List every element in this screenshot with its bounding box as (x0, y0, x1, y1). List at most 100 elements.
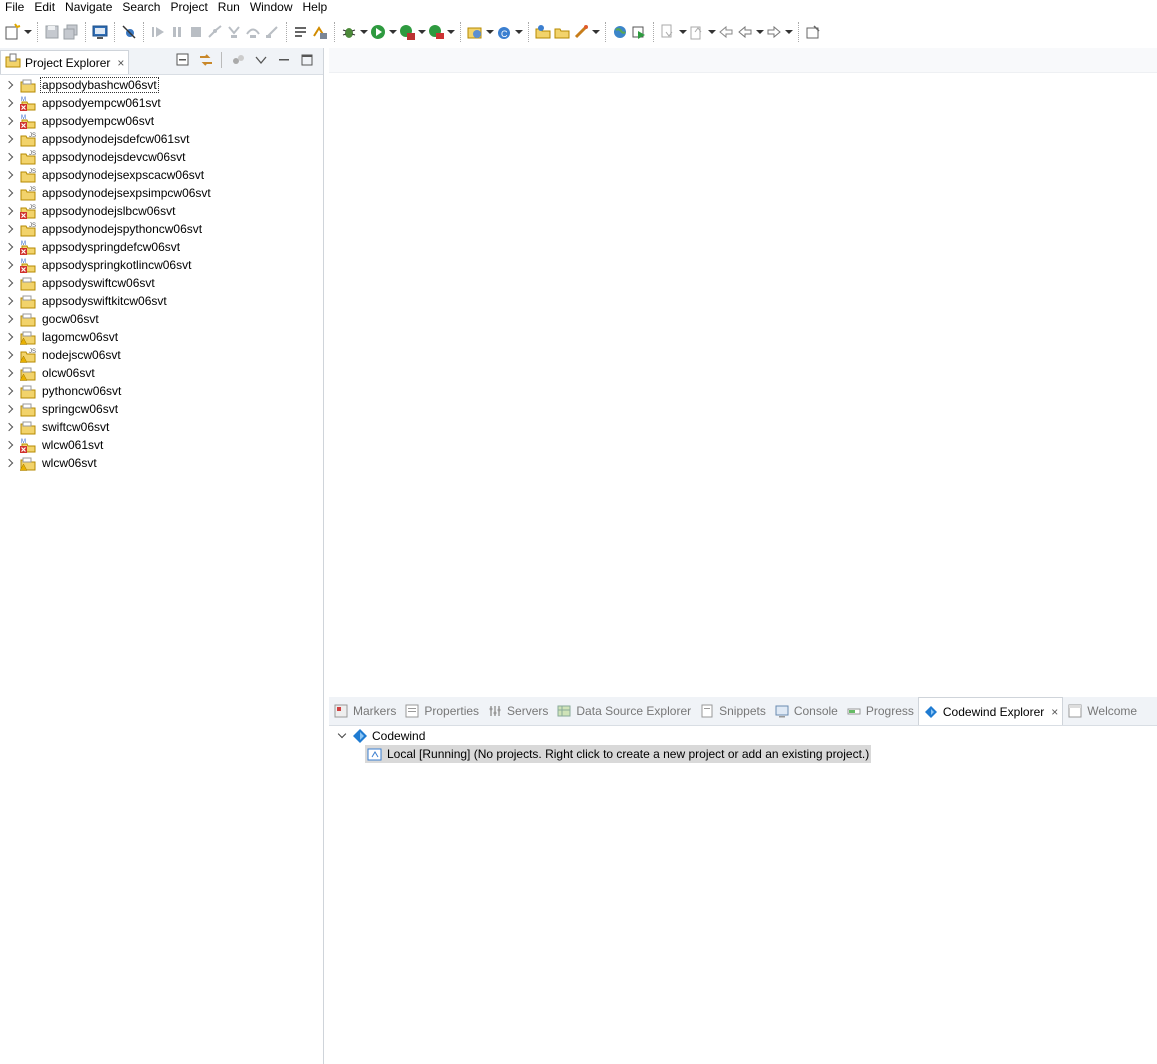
pin-editor-icon[interactable] (804, 21, 822, 43)
codewind-local-item[interactable]: Local [Running] (No projects. Right clic… (365, 745, 872, 763)
tab-codewind-explorer[interactable]: Codewind Explorer × (917, 697, 1064, 725)
new-java-project-dropdown-icon[interactable] (485, 21, 495, 43)
tab-project-explorer[interactable]: Project Explorer × (0, 50, 129, 74)
minimize-icon[interactable] (276, 52, 292, 68)
resume-icon[interactable] (149, 21, 167, 43)
open-terminal-icon[interactable] (91, 21, 109, 43)
menu-project[interactable]: Project (165, 0, 212, 16)
next-annotation-icon[interactable] (659, 21, 677, 43)
open-resource-icon[interactable] (553, 21, 571, 43)
back-dropdown-icon[interactable] (755, 21, 765, 43)
filter-icon[interactable] (230, 52, 246, 68)
tree-row-appsodynodejslbcw06svt[interactable]: JS appsodynodejslbcw06svt (0, 202, 323, 220)
menu-window[interactable]: Window (245, 0, 298, 16)
tree-row-swiftcw06svt[interactable]: swiftcw06svt (0, 418, 323, 436)
tree-row-gocw06svt[interactable]: gocw06svt (0, 310, 323, 328)
chevron-right-icon[interactable] (6, 351, 14, 359)
collapse-all-icon[interactable] (175, 52, 191, 68)
close-icon[interactable]: × (117, 56, 124, 70)
chevron-right-icon[interactable] (6, 81, 14, 89)
chevron-down-icon[interactable] (338, 732, 346, 740)
chevron-right-icon[interactable] (6, 387, 14, 395)
menu-run[interactable]: Run (213, 0, 245, 16)
tab-data-source-explorer[interactable]: Data Source Explorer (552, 697, 695, 725)
external-tools-icon[interactable] (427, 21, 445, 43)
chevron-right-icon[interactable] (6, 315, 14, 323)
chevron-right-icon[interactable] (6, 459, 14, 467)
tab-welcome[interactable]: Welcome (1063, 697, 1141, 725)
menu-file[interactable]: File (0, 0, 29, 16)
chevron-right-icon[interactable] (6, 405, 14, 413)
deploy-dropdown-icon[interactable] (591, 21, 601, 43)
tree-row-lagomcw06svt[interactable]: lagomcw06svt (0, 328, 323, 346)
tab-markers[interactable]: Markers (329, 697, 400, 725)
tree-row-appsodyspringkotlincw06svt[interactable]: Mappsodyspringkotlincw06svt (0, 256, 323, 274)
chevron-right-icon[interactable] (6, 423, 14, 431)
suspend-icon[interactable] (168, 21, 186, 43)
chevron-right-icon[interactable] (6, 243, 14, 251)
tree-row-wlcw06svt[interactable]: wlcw06svt (0, 454, 323, 472)
chevron-right-icon[interactable] (6, 261, 14, 269)
new-dropdown-icon[interactable] (23, 21, 33, 43)
close-icon[interactable]: × (1051, 705, 1058, 719)
menu-search[interactable]: Search (117, 0, 165, 16)
chevron-right-icon[interactable] (6, 171, 14, 179)
chevron-right-icon[interactable] (6, 99, 14, 107)
tree-row-springcw06svt[interactable]: springcw06svt (0, 400, 323, 418)
tree-row-appsodybashcw06svt[interactable]: appsodybashcw06svt (0, 76, 323, 94)
new-icon[interactable] (4, 21, 22, 43)
tree-row-wlcw061svt[interactable]: Mwlcw061svt (0, 436, 323, 454)
save-all-icon[interactable] (62, 21, 80, 43)
launch-web-icon[interactable] (630, 21, 648, 43)
tree-row-appsodyspringdefcw06svt[interactable]: Mappsodyspringdefcw06svt (0, 238, 323, 256)
menu-edit[interactable]: Edit (29, 0, 60, 16)
run-icon[interactable] (369, 21, 387, 43)
coverage-dropdown-icon[interactable] (417, 21, 427, 43)
deploy-icon[interactable] (572, 21, 590, 43)
chevron-right-icon[interactable] (6, 225, 14, 233)
skip-breakpoints-icon[interactable] (120, 21, 138, 43)
save-icon[interactable] (43, 21, 61, 43)
chevron-right-icon[interactable] (6, 207, 14, 215)
web-browser-icon[interactable] (611, 21, 629, 43)
forward-dropdown-icon[interactable] (784, 21, 794, 43)
chevron-right-icon[interactable] (6, 189, 14, 197)
codewind-local-row[interactable]: Local [Running] (No projects. Right clic… (329, 745, 1157, 763)
maximize-icon[interactable] (299, 52, 315, 68)
toggle-mark-occurrences-icon[interactable] (311, 21, 329, 43)
chevron-right-icon[interactable] (6, 279, 14, 287)
tab-progress[interactable]: Progress (842, 697, 918, 725)
chevron-right-icon[interactable] (6, 297, 14, 305)
tab-servers[interactable]: Servers (483, 697, 552, 725)
step-into-icon[interactable] (225, 21, 243, 43)
chevron-right-icon[interactable] (6, 369, 14, 377)
link-with-editor-icon[interactable] (198, 52, 214, 68)
tab-snippets[interactable]: Snippets (695, 697, 770, 725)
run-dropdown-icon[interactable] (388, 21, 398, 43)
step-over-icon[interactable] (244, 21, 262, 43)
terminate-icon[interactable] (187, 21, 205, 43)
menu-navigate[interactable]: Navigate (60, 0, 117, 16)
next-annotation-dropdown-icon[interactable] (678, 21, 688, 43)
chevron-right-icon[interactable] (6, 333, 14, 341)
codewind-root-row[interactable]: Codewind (329, 727, 1157, 745)
previous-annotation-icon[interactable] (688, 21, 706, 43)
menu-help[interactable]: Help (298, 0, 333, 16)
debug-icon[interactable] (340, 21, 358, 43)
new-java-class-dropdown-icon[interactable] (514, 21, 524, 43)
tree-row-appsodynodejsdefcw061svt[interactable]: JS appsodynodejsdefcw061svt (0, 130, 323, 148)
tree-row-appsodyempcw061svt[interactable]: Mappsodyempcw061svt (0, 94, 323, 112)
coverage-icon[interactable] (398, 21, 416, 43)
open-type-icon[interactable] (534, 21, 552, 43)
back-icon[interactable] (736, 21, 754, 43)
chevron-right-icon[interactable] (6, 135, 14, 143)
tab-console[interactable]: Console (770, 697, 842, 725)
previous-annotation-dropdown-icon[interactable] (707, 21, 717, 43)
chevron-right-icon[interactable] (6, 153, 14, 161)
view-menu-icon[interactable] (253, 52, 269, 68)
tree-row-appsodynodejsexpsimpcw06svt[interactable]: JS appsodynodejsexpsimpcw06svt (0, 184, 323, 202)
last-edit-location-icon[interactable] (717, 21, 735, 43)
tree-row-appsodynodejspythoncw06svt[interactable]: JS appsodynodejspythoncw06svt (0, 220, 323, 238)
tree-row-appsodyswiftcw06svt[interactable]: appsodyswiftcw06svt (0, 274, 323, 292)
tree-row-nodejscw06svt[interactable]: JS nodejscw06svt (0, 346, 323, 364)
